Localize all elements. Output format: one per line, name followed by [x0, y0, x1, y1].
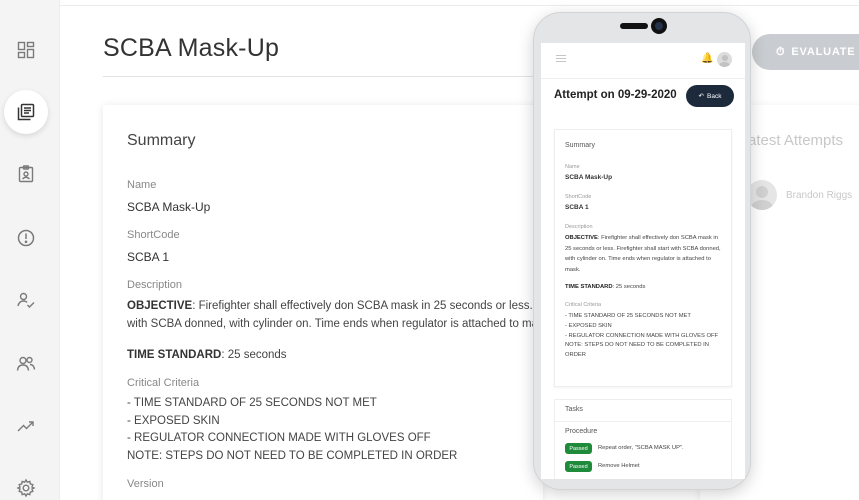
latest-attempts-title: atest Attempts [748, 132, 844, 149]
task-item[interactable]: Repeat order, "SCBA MASK UP". [598, 445, 684, 451]
phone-critical-list: - TIME STANDARD OF 25 SECONDS NOT MET - … [565, 312, 725, 361]
evaluate-button[interactable]: ⏱ EVALUATE I [752, 34, 859, 70]
alert-icon [17, 229, 35, 247]
phone-time-standard: TIME STANDARD: 25 seconds [565, 282, 725, 293]
attempt-title: Attempt on 09-29-2020 [554, 89, 677, 101]
critical-criteria-item: - REGULATOR CONNECTION MADE WITH GLOVES … [565, 332, 719, 339]
procedure-label: Procedure [565, 428, 598, 435]
phone-shortcode-value: SCBA 1 [565, 204, 589, 211]
phone-summary-card: Summary Name SCBA Mask-Up ShortCode SCBA… [554, 129, 732, 387]
phone-topbar: 🔔 [541, 43, 745, 79]
back-button-label: Back [707, 92, 722, 100]
phone-critical-label: Critical Criteria [565, 302, 602, 308]
page-title: SCBA Mask-Up [103, 34, 280, 62]
critical-criteria-item: - TIME STANDARD OF 25 SECONDS NOT MET [127, 397, 377, 409]
phone-name-label: Name [565, 164, 580, 170]
time-standard-value: : 25 seconds [221, 349, 287, 361]
dashboard-icon [17, 41, 35, 59]
description-text: OBJECTIVE: Firefighter shall effectively… [127, 297, 543, 333]
bell-icon[interactable]: 🔔 [701, 53, 713, 64]
critical-criteria-label: Critical Criteria [127, 377, 200, 389]
phone-mockup: 🔔 Attempt on 09-29-2020 ↶ Back Summary N… [533, 12, 751, 490]
sidebar-item-reports[interactable] [4, 404, 48, 448]
clipboard-icon [18, 165, 34, 183]
phone-description-text: OBJECTIVE: Firefighter shall effectively… [565, 233, 725, 275]
title-divider [103, 76, 563, 77]
summary-card: Summary Name SCBA Mask-Up ShortCode SCBA… [103, 105, 543, 500]
objective-label: OBJECTIVE [127, 300, 193, 312]
phone-speaker [620, 23, 648, 29]
time-standard: TIME STANDARD: 25 seconds [127, 346, 287, 364]
critical-criteria-item: - EXPOSED SKIN [565, 322, 612, 329]
shortcode-value: SCBA 1 [127, 250, 170, 264]
sidebar [0, 0, 60, 500]
sidebar-item-alerts[interactable] [4, 216, 48, 260]
sidebar-item-settings[interactable] [4, 466, 48, 500]
tasks-divider [555, 421, 731, 422]
critical-criteria-item: NOTE: STEPS DO NOT NEED TO BE COMPLETED … [127, 449, 458, 462]
users-icon [16, 356, 36, 371]
sidebar-item-evaluations[interactable] [4, 278, 48, 322]
latest-attempt-name[interactable]: Brandon Riggs [786, 190, 852, 201]
status-badge: Passed [565, 443, 592, 454]
critical-criteria-list: - TIME STANDARD OF 25 SECONDS NOT MET - … [127, 395, 457, 465]
task-item[interactable]: Remove Helmet [598, 463, 640, 469]
name-value: SCBA Mask-Up [127, 200, 211, 214]
phone-name-value: SCBA Mask-Up [565, 174, 613, 181]
sidebar-item-dashboard[interactable] [4, 28, 48, 72]
objective-line-1: : Firefighter shall effectively don SCBA… [192, 300, 543, 312]
critical-criteria-item: NOTE: STEPS DO NOT NEED TO BE COMPLETED … [565, 342, 709, 359]
status-badge: Passed [565, 461, 592, 472]
time-standard-label: TIME STANDARD [127, 349, 222, 361]
phone-time-standard-label: TIME STANDARD [565, 284, 613, 290]
critical-criteria-item: - TIME STANDARD OF 25 SECONDS NOT MET [565, 313, 691, 319]
sidebar-item-users[interactable] [4, 342, 48, 386]
back-icon: ↶ [698, 93, 704, 100]
summary-heading: Summary [127, 132, 196, 149]
sidebar-item-clipboard[interactable] [4, 152, 48, 196]
trending-icon [17, 421, 34, 432]
critical-criteria-item: - EXPOSED SKIN [127, 414, 220, 427]
phone-objective-label: OBJECTIVE [565, 235, 598, 241]
phone-screen: 🔔 Attempt on 09-29-2020 ↶ Back Summary N… [541, 43, 745, 479]
phone-tasks-card: Tasks Procedure Passed Repeat order, "SC… [554, 399, 732, 479]
evaluate-button-label: EVALUATE I [791, 46, 859, 58]
tasks-heading: Tasks [565, 406, 583, 413]
phone-description-label: Description [565, 224, 593, 230]
avatar[interactable] [717, 52, 732, 67]
phone-time-standard-value: : 25 seconds [612, 284, 646, 290]
phone-summary-heading: Summary [565, 142, 595, 149]
menu-icon[interactable] [556, 55, 566, 64]
phone-camera [651, 18, 667, 34]
sidebar-item-library[interactable] [4, 90, 48, 134]
gear-icon [16, 478, 36, 498]
description-label: Description [127, 279, 183, 291]
critical-criteria-item: - REGULATOR CONNECTION MADE WITH GLOVES … [127, 432, 431, 444]
shortcode-label: ShortCode [127, 229, 180, 241]
name-label: Name [127, 179, 157, 191]
phone-shortcode-label: ShortCode [565, 194, 592, 200]
library-icon [17, 103, 35, 121]
version-label: Version [127, 478, 164, 490]
stopwatch-icon: ⏱ [776, 45, 786, 58]
objective-line-2: with SCBA donned, with cylinder on. Time… [127, 318, 543, 330]
user-check-icon [17, 292, 35, 308]
avatar[interactable] [747, 180, 777, 210]
top-divider [60, 0, 859, 6]
back-button[interactable]: ↶ Back [686, 85, 734, 107]
